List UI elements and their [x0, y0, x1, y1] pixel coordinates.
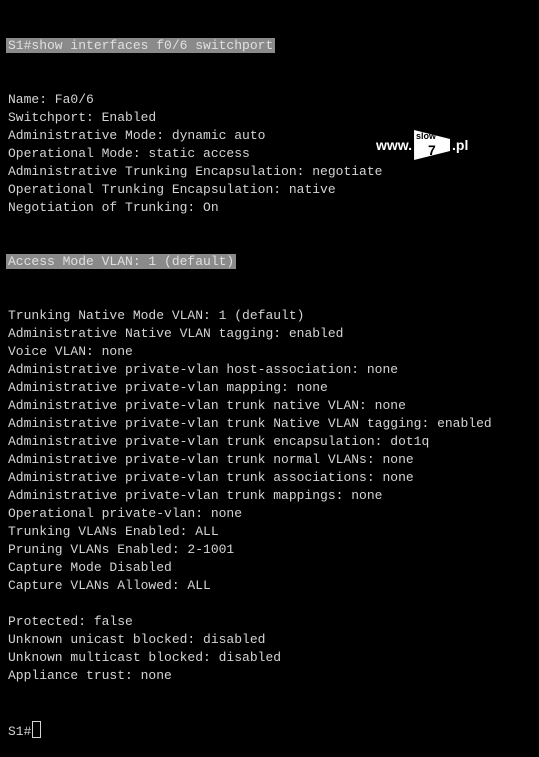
- command-line: S1#show interfaces f0/6 switchport: [6, 38, 276, 53]
- output-line: Administrative private-vlan trunk encaps…: [8, 434, 430, 449]
- slow7-logo-icon: slow 7: [414, 130, 451, 160]
- highlighted-line: Access Mode VLAN: 1 (default): [6, 254, 237, 269]
- output-line: Name: Fa0/6: [8, 92, 94, 107]
- output-line: Unknown multicast blocked: disabled: [8, 650, 282, 665]
- watermark-logo: www. slow 7 .pl: [376, 130, 468, 160]
- output-line: Administrative private-vlan host-associa…: [8, 362, 399, 377]
- output-line: Capture Mode Disabled: [8, 560, 172, 575]
- output-line: Administrative Native VLAN tagging: enab…: [8, 326, 344, 341]
- output-line: Administrative private-vlan trunk normal…: [8, 452, 414, 467]
- output-line: Unknown unicast blocked: disabled: [8, 632, 266, 647]
- output-line: Protected: false: [8, 614, 133, 629]
- watermark-suffix: .pl: [452, 137, 469, 153]
- output-line: Pruning VLANs Enabled: 2-1001: [8, 542, 235, 557]
- prompt: S1#: [8, 724, 32, 739]
- output-line: Operational Trunking Encapsulation: nati…: [8, 182, 336, 197]
- output-line: Voice VLAN: none: [8, 344, 133, 359]
- cursor[interactable]: [32, 721, 42, 738]
- output-line: Appliance trust: none: [8, 668, 172, 683]
- terminal-output[interactable]: S1#show interfaces f0/6 switchport Name:…: [6, 1, 492, 757]
- output-line: Operational private-vlan: none: [8, 506, 243, 521]
- output-line: Administrative private-vlan trunk native…: [8, 398, 406, 413]
- output-line: Administrative Trunking Encapsulation: n…: [8, 164, 383, 179]
- output-line: Trunking Native Mode VLAN: 1 (default): [8, 308, 305, 323]
- output-line: Trunking VLANs Enabled: ALL: [8, 524, 219, 539]
- output-line: Administrative private-vlan trunk Native…: [8, 416, 492, 431]
- watermark-prefix: www.: [376, 137, 413, 153]
- output-line: Administrative private-vlan mapping: non…: [8, 380, 328, 395]
- output-line: Administrative private-vlan trunk mappin…: [8, 488, 383, 503]
- output-line: Switchport: Enabled: [8, 110, 157, 125]
- output-line: Administrative private-vlan trunk associ…: [8, 470, 414, 485]
- output-line: Capture VLANs Allowed: ALL: [8, 578, 211, 593]
- output-line: Negotiation of Trunking: On: [8, 200, 219, 215]
